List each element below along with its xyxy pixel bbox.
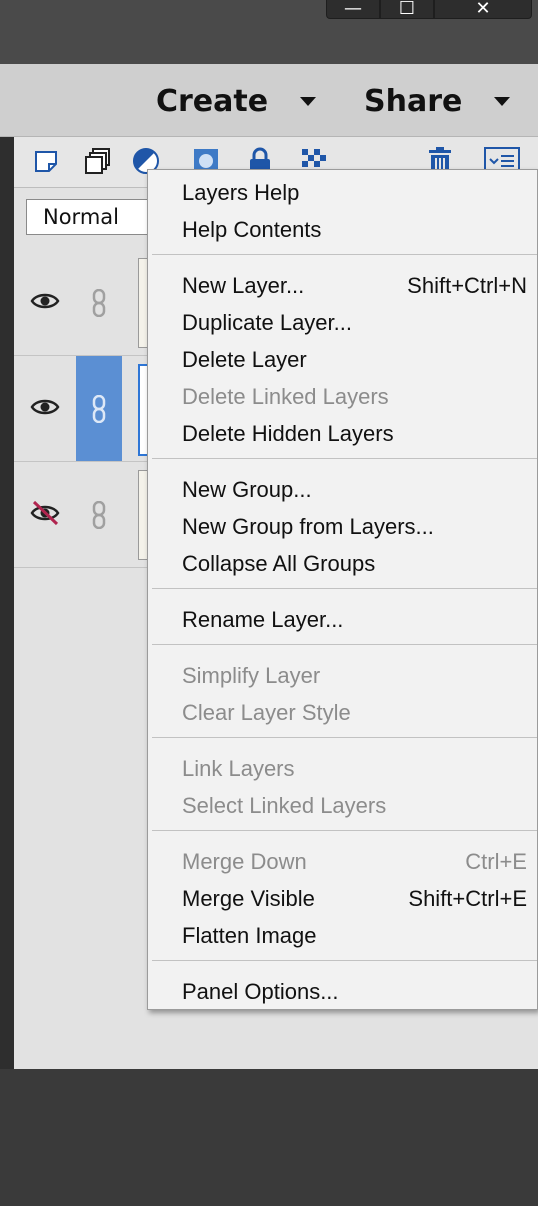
menu-item-label: Merge Visible xyxy=(182,886,315,911)
menu-item-duplicate-layer[interactable]: Duplicate Layer... xyxy=(182,305,527,341)
title-bar: — ☐ ✕ xyxy=(0,0,538,64)
menu-item-rename-layer[interactable]: Rename Layer... xyxy=(182,602,527,638)
menu-item-new-group[interactable]: New Group... xyxy=(182,472,527,508)
menu-item-label: Flatten Image xyxy=(182,923,317,948)
link-icon[interactable] xyxy=(76,356,122,461)
menu-item-label: New Group... xyxy=(182,477,312,502)
scrollbar[interactable] xyxy=(518,1142,538,1206)
chevron-down-icon xyxy=(300,97,317,106)
share-button[interactable]: Share xyxy=(364,84,511,119)
menu-item-label: Merge Down xyxy=(182,849,307,874)
menu-separator xyxy=(152,254,537,255)
menu-item-label: Delete Hidden Layers xyxy=(182,421,394,446)
eye-hidden-icon[interactable] xyxy=(27,498,63,528)
new-layer-icon[interactable] xyxy=(32,147,60,175)
menu-item-new-group-from-layers[interactable]: New Group from Layers... xyxy=(182,509,527,545)
menu-item-label: Duplicate Layer... xyxy=(182,310,352,335)
menu-item-label: Link Layers xyxy=(182,756,295,781)
create-label: Create xyxy=(156,84,269,119)
menu-item-new-layer[interactable]: New Layer... Shift+Ctrl+N xyxy=(182,268,527,304)
menu-item-collapse-all-groups[interactable]: Collapse All Groups xyxy=(182,546,527,582)
new-group-icon[interactable] xyxy=(84,147,112,175)
menu-item-label: Delete Layer xyxy=(182,347,307,372)
menu-item-select-linked-layers: Select Linked Layers xyxy=(182,788,527,824)
menu-item-label: Select Linked Layers xyxy=(182,793,387,818)
menu-item-clear-layer-style: Clear Layer Style xyxy=(182,695,527,731)
menu-item-simplify-layer: Simplify Layer xyxy=(182,658,527,694)
menu-separator xyxy=(152,830,537,831)
menu-item-label: Layers Help xyxy=(182,180,300,205)
menu-separator xyxy=(152,737,537,738)
menu-item-shortcut: Shift+Ctrl+N xyxy=(407,273,527,298)
menu-item-panel-options[interactable]: Panel Options... xyxy=(182,974,527,1010)
menu-separator xyxy=(152,644,537,645)
menu-item-shortcut: Ctrl+E xyxy=(465,849,527,874)
share-label: Share xyxy=(364,84,463,119)
menu-item-label: Panel Options... xyxy=(182,979,339,1004)
close-button[interactable]: ✕ xyxy=(434,0,532,19)
menu-item-label: New Group from Layers... xyxy=(182,514,434,539)
menu-item-shortcut: Shift+Ctrl+E xyxy=(408,886,527,911)
menu-item-merge-visible[interactable]: Merge Visible Shift+Ctrl+E xyxy=(182,881,527,917)
eye-icon[interactable] xyxy=(27,392,63,422)
menu-item-label: Clear Layer Style xyxy=(182,700,351,725)
menu-item-delete-linked-layers: Delete Linked Layers xyxy=(182,379,527,415)
app-header: Create Share xyxy=(0,64,538,137)
menu-item-label: Collapse All Groups xyxy=(182,551,376,576)
menu-item-merge-down: Merge Down Ctrl+E xyxy=(182,844,527,880)
maximize-button[interactable]: ☐ xyxy=(380,0,434,19)
blend-mode-value: Normal xyxy=(43,205,119,229)
menu-item-layers-help[interactable]: Layers Help xyxy=(182,175,527,211)
menu-item-delete-hidden-layers[interactable]: Delete Hidden Layers xyxy=(182,416,527,452)
chevron-down-icon xyxy=(494,97,511,106)
menu-separator xyxy=(152,960,537,961)
eye-icon[interactable] xyxy=(27,286,63,316)
menu-item-label: Rename Layer... xyxy=(182,607,344,632)
menu-item-link-layers: Link Layers xyxy=(182,751,527,787)
menu-item-label: New Layer... xyxy=(182,273,305,298)
layers-panel-menu: Layers Help Help Contents New Layer... Sh… xyxy=(147,169,538,1010)
window-controls: — ☐ ✕ xyxy=(326,0,532,20)
menu-item-label: Delete Linked Layers xyxy=(182,384,389,409)
minimize-button[interactable]: — xyxy=(326,0,380,19)
menu-item-label: Help Contents xyxy=(182,217,322,242)
link-icon[interactable] xyxy=(76,250,122,355)
menu-item-flatten-image[interactable]: Flatten Image xyxy=(182,918,527,954)
menu-item-help-contents[interactable]: Help Contents xyxy=(182,212,527,248)
create-button[interactable]: Create xyxy=(156,84,317,119)
menu-item-delete-layer[interactable]: Delete Layer xyxy=(182,342,527,378)
menu-separator xyxy=(152,458,537,459)
menu-separator xyxy=(152,588,537,589)
link-icon[interactable] xyxy=(76,462,122,567)
menu-item-label: Simplify Layer xyxy=(182,663,321,688)
